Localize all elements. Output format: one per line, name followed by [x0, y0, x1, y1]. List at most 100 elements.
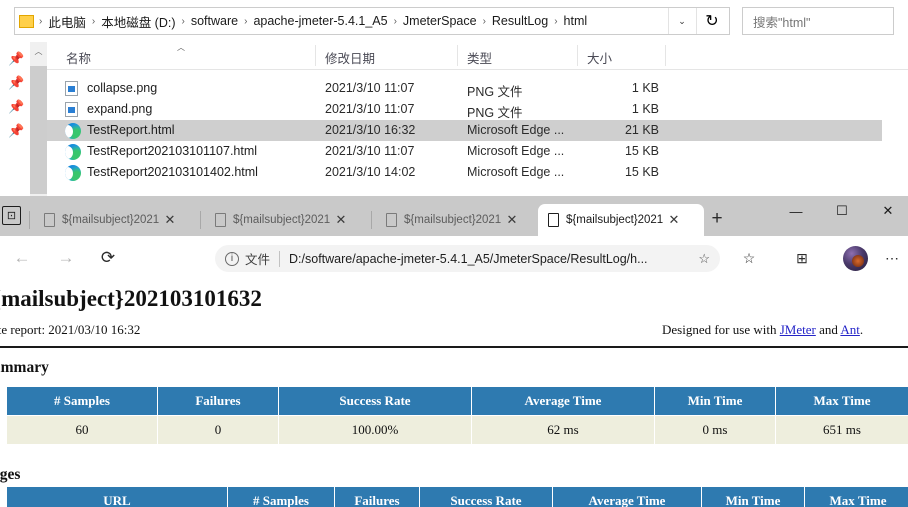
file-name: collapse.png [87, 81, 158, 95]
explorer-address-row: › 此电脑 › 本地磁盘 (D:) › software › apache-jm… [0, 0, 908, 42]
tab-title: ${mailsubject}2021 [404, 214, 502, 226]
summary-heading: ummary [0, 359, 49, 376]
breadcrumb-item-resultlog[interactable]: ResultLog [491, 14, 549, 28]
column-header-name[interactable]: 名称 [66, 48, 91, 67]
close-icon[interactable]: ✕ [504, 212, 520, 228]
td-average-time: 62 ms [471, 415, 655, 445]
pin-icon[interactable]: 📌 [8, 100, 24, 114]
table-row[interactable]: expand.png 2021/3/10 11:07 PNG 文件 1 KB [47, 99, 908, 120]
back-button[interactable]: ← [8, 244, 36, 272]
column-divider[interactable] [665, 45, 666, 66]
breadcrumb-item-software[interactable]: software [190, 14, 239, 28]
scrollbar-thumb[interactable] [30, 66, 47, 194]
scroll-up-icon[interactable]: ︿ [30, 42, 47, 60]
url-scheme-label: 文件 [245, 253, 271, 267]
nav-pane-scrollbar[interactable]: ︿ [30, 42, 47, 196]
summary-table: # Samples Failures Success Rate Average … [6, 386, 908, 445]
url-text[interactable]: D:/software/apache-jmeter-5.4.1_A5/Jmete… [289, 252, 698, 266]
add-favorite-icon[interactable]: ☆ [698, 251, 710, 267]
column-divider[interactable] [457, 45, 458, 66]
settings-and-more-icon[interactable]: ⋯ [878, 245, 906, 272]
edge-html-icon [65, 123, 81, 139]
pages-table: URL # Samples Failures Success Rate Aver… [6, 486, 908, 507]
png-file-icon [65, 102, 80, 117]
column-header-size[interactable]: 大小 [587, 48, 612, 67]
collections-icon[interactable]: ⊞ [788, 245, 816, 272]
file-date: 2021/3/10 11:07 [325, 81, 415, 95]
pin-icon[interactable]: 📌 [8, 124, 24, 138]
tab-title: ${mailsubject}2021 [566, 214, 664, 226]
th-average-time: Average Time [471, 386, 655, 416]
tab-2[interactable]: ${mailsubject}2021 ✕ [205, 204, 371, 236]
credit-suffix: . [859, 322, 864, 337]
favorites-icon[interactable]: ☆ [735, 245, 763, 272]
breadcrumb-item-local-disk[interactable]: 本地磁盘 (D:) [100, 12, 176, 31]
tab-title: ${mailsubject}2021 [233, 214, 331, 226]
chevron-down-icon[interactable]: ⌄ [668, 8, 695, 34]
tab-divider [200, 211, 201, 229]
th-average-time: Average Time [552, 486, 702, 507]
edge-html-icon [65, 165, 81, 181]
reload-button[interactable]: ⟳ [94, 244, 122, 272]
credit-line: Designed for use with JMeter and Ant. [662, 322, 863, 338]
pin-icon[interactable]: 📌 [8, 76, 24, 90]
tab-actions-icon[interactable]: ⊡ [2, 206, 21, 225]
breadcrumb-item-this-pc[interactable]: 此电脑 [47, 12, 87, 31]
table-row[interactable]: collapse.png 2021/3/10 11:07 PNG 文件 1 KB [47, 78, 908, 99]
refresh-icon[interactable]: ↻ [696, 8, 727, 34]
pin-icon[interactable]: 📌 [8, 52, 24, 66]
search-input[interactable]: 搜索"html" [742, 7, 894, 35]
divider [279, 250, 281, 267]
file-date: 2021/3/10 11:07 [325, 102, 415, 116]
tab-3[interactable]: ${mailsubject}2021 ✕ [376, 204, 542, 236]
close-window-button[interactable]: ✕ [865, 196, 908, 226]
th-min-time: Min Time [654, 386, 776, 416]
avatar[interactable] [843, 246, 868, 271]
th-success-rate: Success Rate [419, 486, 553, 507]
tab-4-active[interactable]: ${mailsubject}2021 ✕ [538, 204, 704, 236]
info-icon[interactable]: i [225, 251, 239, 266]
close-icon[interactable]: ✕ [333, 212, 349, 228]
file-type: Microsoft Edge ... [467, 123, 565, 137]
breadcrumb-item-jmeterspace[interactable]: JmeterSpace [402, 14, 478, 28]
file-size: 15 KB [624, 165, 659, 179]
maximize-button[interactable]: ☐ [819, 196, 865, 226]
table-row[interactable]: TestReport202103101402.html 2021/3/10 14… [47, 162, 908, 183]
minimize-button[interactable]: — [773, 196, 819, 226]
close-icon[interactable]: ✕ [666, 212, 682, 228]
jmeter-link[interactable]: JMeter [780, 322, 816, 337]
new-tab-button[interactable]: + [703, 207, 731, 231]
navigation-bar: ← → ⟳ i 文件 D:/software/apache-jmeter-5.4… [0, 236, 908, 280]
breadcrumb-item-html[interactable]: html [563, 14, 589, 28]
tab-1[interactable]: ${mailsubject}2021 ✕ [34, 204, 200, 236]
table-row[interactable]: TestReport202103101107.html 2021/3/10 11… [47, 141, 908, 162]
file-list-column-headers: 名称 修改日期 类型 大小 ︿ [47, 42, 908, 70]
credit-prefix: Designed for use with [662, 322, 780, 337]
divider [0, 346, 908, 348]
th-failures: Failures [334, 486, 420, 507]
column-header-type[interactable]: 类型 [467, 48, 492, 67]
table-row: 60 0 100.00% 62 ms 0 ms 651 ms [6, 415, 908, 445]
column-divider[interactable] [577, 45, 578, 66]
page-icon [215, 213, 226, 227]
file-date: 2021/3/10 14:02 [325, 165, 416, 179]
address-bar[interactable]: i 文件 D:/software/apache-jmeter-5.4.1_A5/… [215, 245, 720, 272]
page-icon [44, 213, 55, 227]
breadcrumb[interactable]: › 此电脑 › 本地磁盘 (D:) › software › apache-jm… [14, 7, 730, 35]
column-header-date[interactable]: 修改日期 [325, 48, 375, 67]
page-title: {mailsubject}202103101632 [0, 286, 262, 311]
breadcrumb-separator: › [554, 15, 558, 27]
page-icon [386, 213, 397, 227]
table-row-selected[interactable]: TestReport.html 2021/3/10 16:32 Microsof… [47, 120, 882, 141]
file-size: 15 KB [624, 144, 659, 158]
breadcrumb-separator: › [181, 15, 185, 27]
edge-html-icon [65, 144, 81, 160]
close-icon[interactable]: ✕ [162, 212, 178, 228]
file-name: expand.png [87, 102, 153, 116]
breadcrumb-separator: › [39, 15, 43, 27]
forward-button[interactable]: → [52, 244, 80, 272]
column-divider[interactable] [315, 45, 316, 66]
file-size: 1 KB [631, 81, 659, 95]
ant-link[interactable]: Ant [840, 322, 860, 337]
breadcrumb-item-jmeter[interactable]: apache-jmeter-5.4.1_A5 [252, 14, 388, 28]
